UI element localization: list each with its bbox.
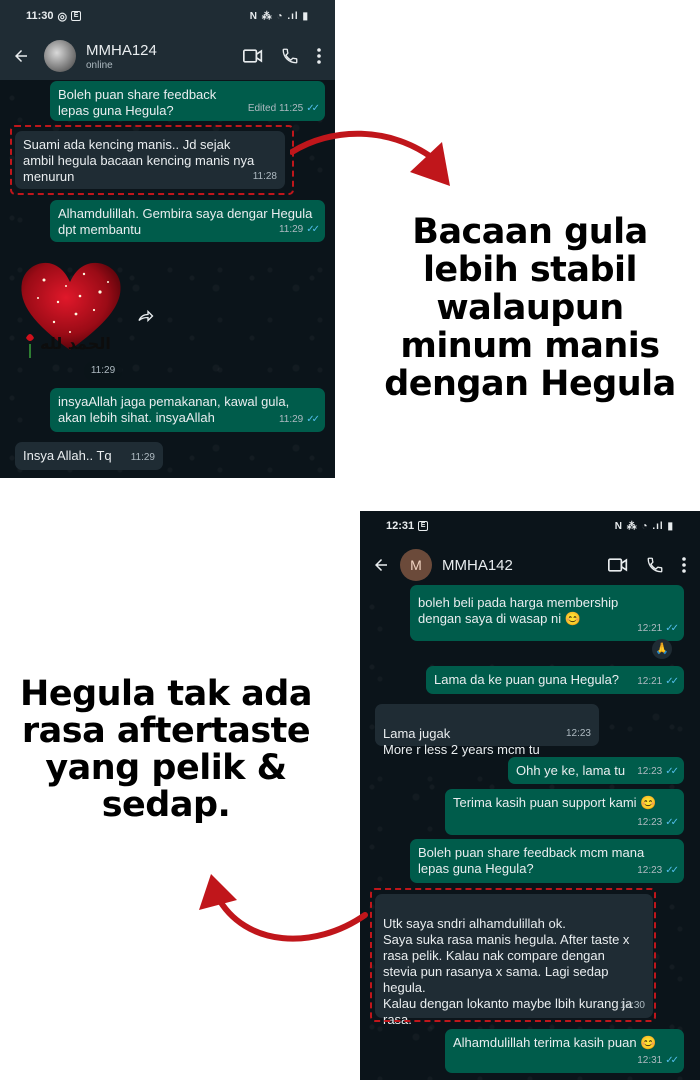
status-bar: 12:31 E N ⁂ ◔ .ıl ▮ [360,511,700,541]
message-time: 11:29 [130,452,155,463]
message-meta: Edited 11:25 [247,103,304,114]
chat-header: MMHA124 online [0,32,335,80]
more-options-icon[interactable] [682,557,686,573]
message-time: 12:23 [637,766,663,777]
read-ticks-icon: ✓✓ [665,865,679,876]
message-outgoing[interactable]: Terima kasih puan support kami 😊 12:23 ✓✓ [445,789,684,835]
read-ticks-icon: ✓✓ [665,1055,679,1066]
message-outgoing[interactable]: Alhamdulillah. Gembira saya dengar Hegul… [50,200,325,242]
read-ticks-icon: ✓✓ [306,224,320,235]
message-text: Boleh puan share feedback mcm mana lepas… [418,845,645,876]
back-arrow-icon[interactable] [12,47,30,65]
message-outgoing[interactable]: Boleh puan share feedback mcm mana lepas… [410,839,684,883]
curved-arrow-icon [290,130,450,186]
message-time: 11:29 [278,414,304,425]
contact-info[interactable]: MMHA124 online [86,42,157,71]
message-time: 11:29 [278,224,304,235]
highlight-box [10,125,294,195]
message-text: boleh beli pada harga membership dengan … [418,595,619,626]
read-ticks-icon: ✓✓ [306,414,320,425]
message-incoming[interactable]: Lama jugak More r less 2 years mcm tu 12… [375,704,599,757]
whatsapp-status-icon: ◎ [57,10,68,23]
message-outgoing[interactable]: boleh beli pada harga membership dengan … [410,585,684,641]
status-icons: N ⁂ ◔ .ıl ▮ [249,10,309,22]
reaction-badge[interactable]: 🙏 [652,639,672,659]
highlight-box [370,888,656,1022]
message-outgoing[interactable]: Lama da ke puan guna Hegula? 12:21 ✓✓ [426,666,684,694]
contact-name: MMHA142 [442,556,513,574]
headline-no-aftertaste: Hegula tak ada rasa aftertaste yang peli… [20,674,312,825]
message-incoming[interactable]: Insya Allah.. Tq 11:29 [15,442,163,470]
message-text: insyaAllah jaga pemakanan, kawal gula, a… [58,394,290,425]
message-text: Alhamdulillah terima kasih puan 😊 [453,1035,657,1050]
message-text: Lama da ke puan guna Hegula? [434,672,620,687]
message-outgoing[interactable]: Boleh puan share feedback lepas guna Heg… [50,81,325,121]
read-ticks-icon: ✓✓ [665,676,679,687]
back-arrow-icon[interactable] [372,556,390,574]
message-text: Terima kasih puan support kami 😊 [453,795,657,810]
read-ticks-icon: ✓✓ [665,766,679,777]
message-time: 12:23 [637,817,663,828]
message-text: Boleh puan share feedback lepas guna Heg… [58,87,217,118]
curved-arrow-icon [199,874,368,942]
chat-screenshot-2: 12:31 E N ⁂ ◔ .ıl ▮ M MMHA142 boleh beli… [360,511,700,1080]
voice-call-icon[interactable] [646,556,664,574]
forward-icon[interactable] [136,308,154,324]
status-icons: N ⁂ ◔ .ıl ▮ [614,520,674,532]
message-time: 12:31 [637,1055,663,1066]
message-time: 12:23 [565,728,591,739]
message-outgoing[interactable]: Ohh ye ke, lama tu 12:23 ✓✓ [508,757,684,784]
contact-avatar[interactable] [44,40,76,72]
notification-icon: E [71,11,82,21]
chat-header: M MMHA142 [360,541,700,589]
contact-name: MMHA124 [86,41,157,59]
message-time: 12:21 [637,623,663,634]
contact-avatar[interactable]: M [400,549,432,581]
status-bar: 11:30 ◎ E N ⁂ ◔ .ıl ▮ [0,0,335,32]
sticker-time: 11:29 [84,362,122,380]
contact-status: online [86,59,113,71]
message-text: Lama jugak More r less 2 years mcm tu [383,726,540,757]
video-call-icon[interactable] [608,557,628,573]
video-call-icon[interactable] [243,48,263,64]
read-ticks-icon: ✓✓ [665,623,679,634]
message-outgoing[interactable]: Alhamdulillah terima kasih puan 😊 12:31 ✓… [445,1029,684,1073]
notification-icon: E [418,521,429,531]
headline-stable-sugar: Bacaan gula lebih stabil walaupun minum … [384,212,676,404]
message-text: Alhamdulillah. Gembira saya dengar Hegul… [58,206,313,237]
message-outgoing[interactable]: insyaAllah jaga pemakanan, kawal gula, a… [50,388,325,432]
contact-info[interactable]: MMHA142 [442,557,513,574]
read-ticks-icon: ✓✓ [665,817,679,828]
chat-screenshot-1: 11:30 ◎ E N ⁂ ◔ .ıl ▮ MMHA124 online Bol… [0,0,335,478]
message-text: Insya Allah.. Tq [23,448,112,463]
status-time: 12:31 [386,520,415,532]
more-options-icon[interactable] [317,48,321,64]
voice-call-icon[interactable] [281,47,299,65]
message-text: Ohh ye ke, lama tu [516,763,626,778]
status-time: 11:30 [26,10,54,22]
read-ticks-icon: ✓✓ [306,103,320,114]
message-time: 12:23 [637,865,663,876]
message-time: 12:21 [637,676,663,687]
sticker-caption: الحمد لله [40,334,111,353]
